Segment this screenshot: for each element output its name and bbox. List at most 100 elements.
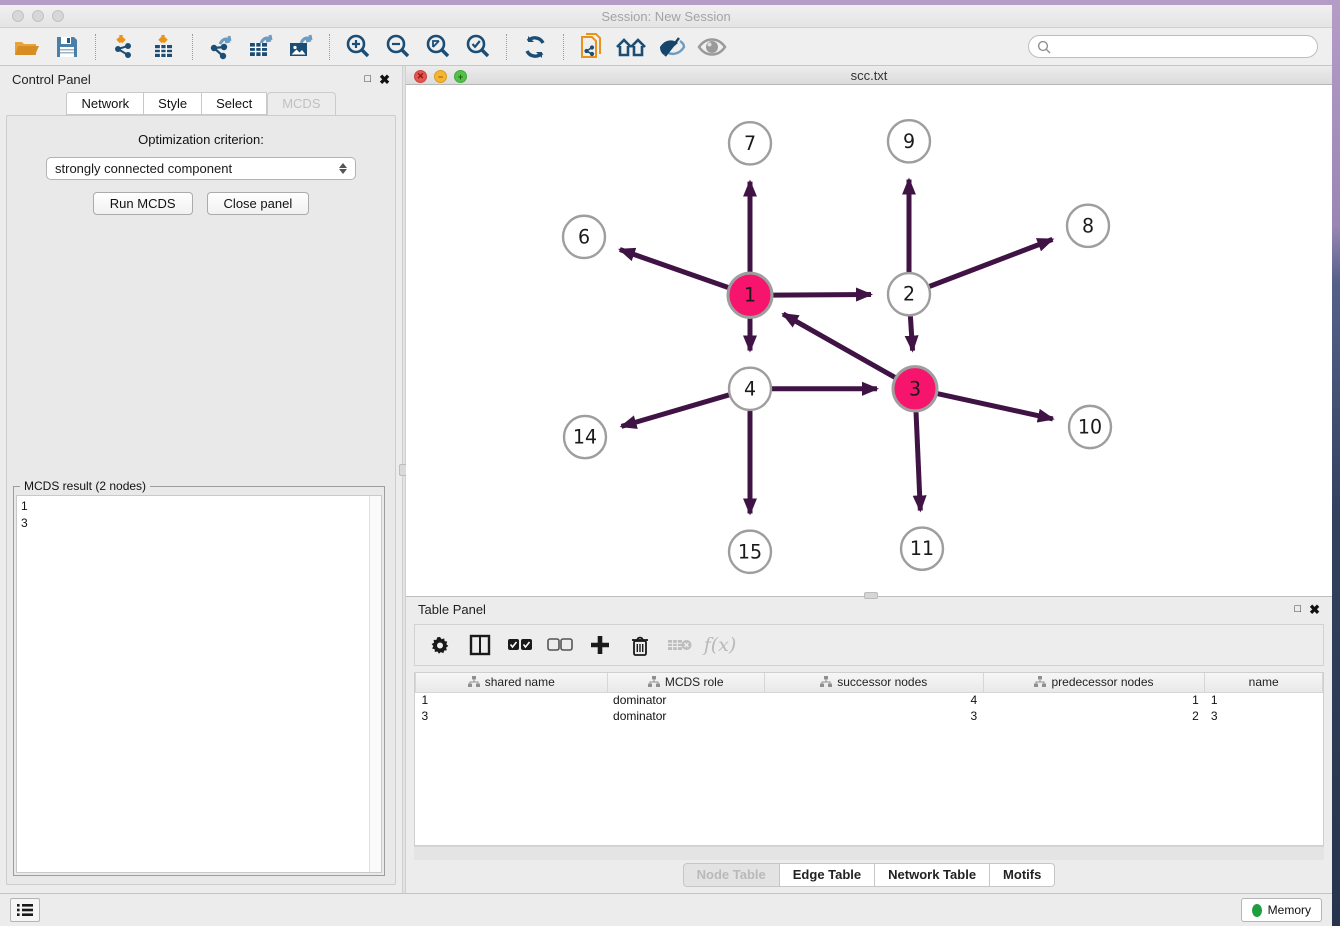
optimization-criterion-select[interactable]: strongly connected component — [46, 157, 356, 180]
graph-edge-4-14[interactable] — [621, 395, 728, 426]
column-header-predecessor-nodes[interactable]: predecessor nodes — [983, 673, 1205, 692]
first-neighbors-button[interactable] — [615, 32, 649, 62]
graph-node-label-8: 8 — [1082, 215, 1094, 237]
mcds-result-title: MCDS result (2 nodes) — [20, 479, 150, 493]
window-title: Session: New Session — [601, 9, 730, 24]
search-icon — [1037, 40, 1051, 54]
checked-boxes-icon — [507, 638, 533, 652]
save-icon — [56, 36, 78, 58]
node-table[interactable]: shared nameMCDS rolesuccessor nodesprede… — [415, 673, 1323, 724]
cell-1-3[interactable]: 2 — [983, 708, 1205, 724]
search-input[interactable] — [1051, 40, 1309, 54]
table-row[interactable]: 1dominator411 — [416, 692, 1323, 708]
tab-network-table[interactable]: Network Table — [875, 863, 990, 887]
zoom-selected-button[interactable] — [461, 32, 495, 62]
run-mcds-button[interactable]: Run MCDS — [93, 192, 193, 215]
close-window-button[interactable] — [12, 10, 24, 22]
eye-icon — [697, 36, 727, 58]
cytoscape-window: Session: New Session — [0, 5, 1332, 926]
network-canvas[interactable]: 7968124314101511 — [406, 85, 1332, 596]
create-column-button[interactable] — [587, 632, 613, 658]
toolbar-separator — [192, 34, 193, 60]
float-panel-icon[interactable]: □ — [364, 74, 371, 85]
close-panel-button[interactable]: Close panel — [207, 192, 310, 215]
toolbar-separator — [563, 34, 564, 60]
tab-network[interactable]: Network — [66, 92, 144, 115]
import-table-icon — [151, 34, 177, 60]
delete-table-button-disabled — [667, 632, 693, 658]
graph-edge-3-10[interactable] — [936, 393, 1052, 418]
cell-0-4[interactable]: 1 — [1205, 692, 1323, 708]
refresh-button[interactable] — [518, 32, 552, 62]
right-column: ✕ − + scc.txt 7968124314101511 Table P — [406, 66, 1332, 893]
import-table-button[interactable] — [147, 32, 181, 62]
show-graphics-details-button[interactable] — [695, 32, 729, 62]
tab-motifs[interactable]: Motifs — [990, 863, 1055, 887]
list-icon — [17, 903, 33, 917]
tab-edge-table[interactable]: Edge Table — [780, 863, 875, 887]
graph-edge-2-3[interactable] — [910, 316, 912, 350]
column-header-shared-name[interactable]: shared name — [416, 673, 608, 692]
graph-edge-3-11[interactable] — [916, 411, 920, 511]
export-network-button[interactable] — [204, 32, 238, 62]
task-history-button[interactable] — [10, 898, 40, 922]
minimize-window-button[interactable] — [32, 10, 44, 22]
tab-node-table[interactable]: Node Table — [683, 863, 780, 887]
save-session-button[interactable] — [50, 32, 84, 62]
delete-column-button[interactable] — [627, 632, 653, 658]
zoom-out-icon — [385, 34, 411, 60]
cell-0-1[interactable]: dominator — [607, 692, 764, 708]
tab-select[interactable]: Select — [202, 92, 267, 115]
graph-edge-2-8[interactable] — [930, 239, 1053, 286]
export-image-button[interactable] — [284, 32, 318, 62]
column-header-successor-nodes[interactable]: successor nodes — [764, 673, 983, 692]
graph-edge-1-2[interactable] — [772, 294, 871, 295]
cell-0-3[interactable]: 1 — [983, 692, 1205, 708]
function-builder-button-disabled: f(x) — [707, 632, 733, 658]
network-minimize-button[interactable]: − — [434, 70, 447, 83]
graph-edge-3-1[interactable] — [783, 314, 896, 378]
import-network-button[interactable] — [107, 32, 141, 62]
column-header-name[interactable]: name — [1205, 673, 1323, 692]
search-area — [1028, 35, 1318, 58]
zoom-fit-button[interactable] — [421, 32, 455, 62]
table-settings-button[interactable] — [427, 632, 453, 658]
window-controls — [12, 10, 64, 22]
cell-1-2[interactable]: 3 — [764, 708, 983, 724]
cell-1-1[interactable]: dominator — [607, 708, 764, 724]
memory-label: Memory — [1268, 903, 1311, 917]
open-file-button[interactable] — [10, 32, 44, 62]
network-close-button[interactable]: ✕ — [414, 70, 427, 83]
table-tabs: Node TableEdge TableNetwork TableMotifs — [406, 860, 1332, 893]
column-header-MCDS-role[interactable]: MCDS role — [607, 673, 764, 692]
float-table-panel-icon[interactable]: □ — [1294, 604, 1301, 615]
control-panel: Control Panel □ ✖ Network Style Select M… — [0, 66, 402, 893]
graph-edge-1-6[interactable] — [620, 249, 729, 287]
toggle-column-layout-button[interactable] — [467, 632, 493, 658]
result-scrollbar[interactable] — [369, 496, 381, 872]
cell-1-4[interactable]: 3 — [1205, 708, 1323, 724]
cell-0-0[interactable]: 1 — [416, 692, 608, 708]
zoom-out-button[interactable] — [381, 32, 415, 62]
gear-icon — [430, 635, 450, 655]
toolbar-separator — [95, 34, 96, 60]
select-all-rows-button[interactable] — [507, 632, 533, 658]
network-maximize-button[interactable]: + — [454, 70, 467, 83]
network-view-titlebar: ✕ − + scc.txt — [406, 66, 1332, 85]
horizontal-divider-grip[interactable] — [864, 592, 878, 599]
tab-mcds[interactable]: MCDS — [267, 92, 335, 115]
maximize-window-button[interactable] — [52, 10, 64, 22]
cell-1-0[interactable]: 3 — [416, 708, 608, 724]
cell-0-2[interactable]: 4 — [764, 692, 983, 708]
tab-style[interactable]: Style — [144, 92, 202, 115]
network-graph[interactable]: 7968124314101511 — [406, 85, 1332, 596]
hide-selected-button[interactable] — [655, 32, 689, 62]
copy-network-button[interactable] — [575, 32, 609, 62]
deselect-all-rows-button[interactable] — [547, 632, 573, 658]
table-row[interactable]: 3dominator323 — [416, 708, 1323, 724]
memory-button[interactable]: Memory — [1241, 898, 1322, 922]
close-table-panel-icon[interactable]: ✖ — [1309, 603, 1320, 616]
close-panel-icon[interactable]: ✖ — [379, 73, 390, 86]
export-table-button[interactable] — [244, 32, 278, 62]
zoom-in-button[interactable] — [341, 32, 375, 62]
